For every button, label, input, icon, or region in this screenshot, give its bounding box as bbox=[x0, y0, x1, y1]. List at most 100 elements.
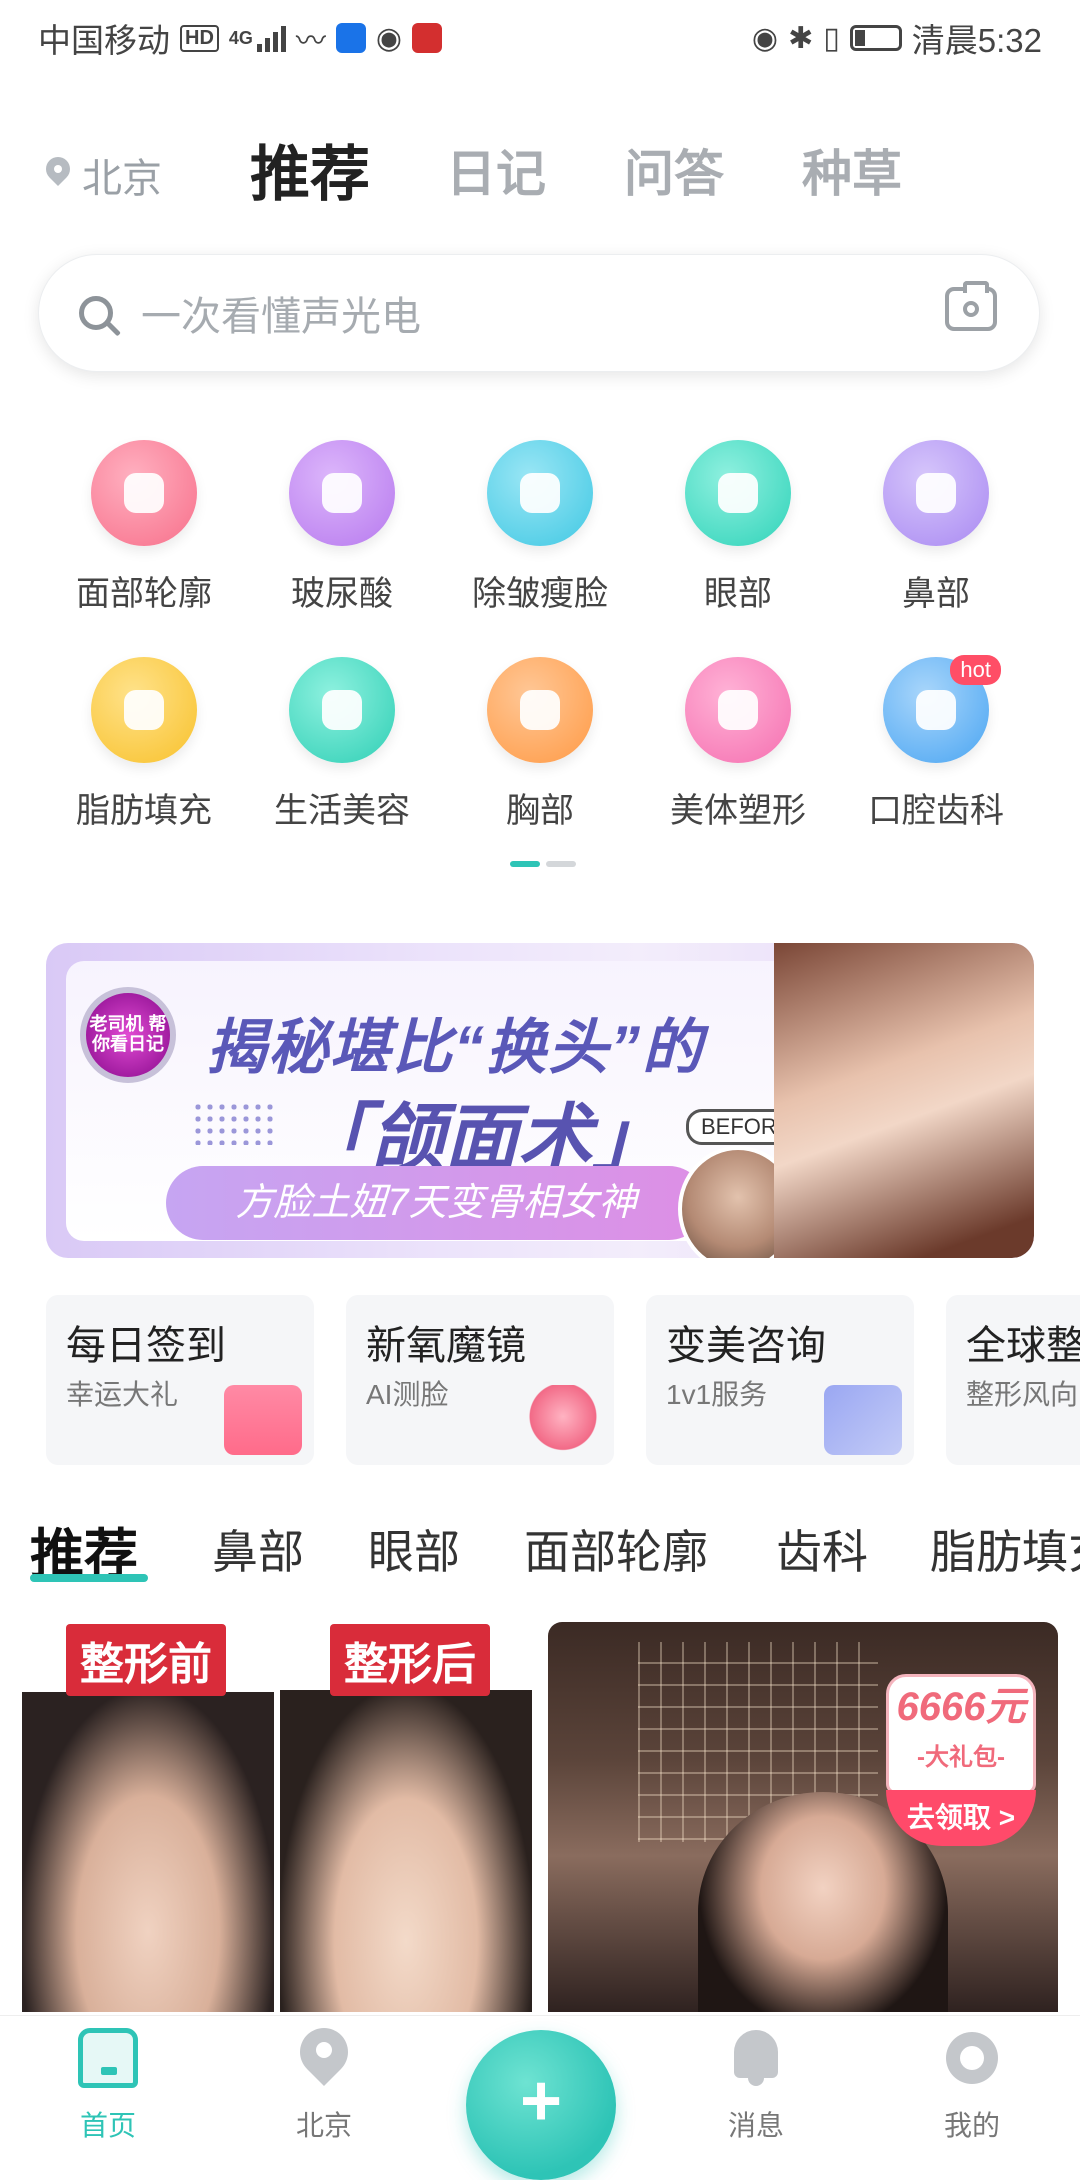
search-icon bbox=[79, 296, 113, 330]
quick-card-title: 新氧魔镜 bbox=[366, 1324, 526, 1368]
banner-headline: 揭秘堪比“换头”的 bbox=[206, 1014, 704, 1081]
banner-logo: 老司机 帮你看日记 bbox=[80, 987, 176, 1083]
status-left: 中国移动 HD 4G 〰 ◉ bbox=[38, 14, 443, 62]
quick-card-title: 变美咨询 bbox=[666, 1324, 826, 1368]
nav-messages[interactable]: 消息 bbox=[686, 2028, 826, 2144]
syringe-icon bbox=[289, 440, 395, 546]
search-input[interactable]: 一次看懂声光电 bbox=[141, 284, 421, 342]
after-photo bbox=[280, 1690, 532, 2012]
page-dot-active bbox=[510, 861, 540, 867]
home-icon bbox=[78, 2028, 138, 2088]
nav-label: 我的 bbox=[943, 2110, 1000, 2141]
content-tab-face[interactable]: 面部轮廓 bbox=[524, 1516, 708, 1582]
quick-card-title: 每日签到 bbox=[66, 1324, 226, 1368]
status-right: ◉ ✱ ▯ 清晨5:32 bbox=[752, 14, 1042, 62]
nav-label: 北京 bbox=[295, 2110, 352, 2141]
banner-model-image bbox=[774, 943, 1034, 1258]
content-tab-fat[interactable]: 脂肪填充 bbox=[930, 1516, 1080, 1582]
bell-icon bbox=[726, 2028, 786, 2088]
banner-dot-pattern bbox=[192, 1101, 278, 1145]
search-bar[interactable]: 一次看懂声光电 bbox=[38, 254, 1040, 372]
promo-banner[interactable]: 老司机 帮你看日记 揭秘堪比“换头”的 「颌面术」 方脸土妞7天变骨相女神 BE… bbox=[46, 943, 1034, 1258]
content-tab-dental[interactable]: 齿科 bbox=[776, 1516, 868, 1582]
profile-icon bbox=[942, 2028, 1002, 2088]
quick-card-global[interactable]: 全球整 整形风向 bbox=[946, 1295, 1080, 1465]
tab-recommend[interactable]: 推荐 bbox=[250, 126, 370, 213]
category-nose[interactable]: 鼻部 bbox=[836, 440, 1036, 615]
publish-plus-button[interactable]: + bbox=[466, 2030, 616, 2180]
drop-icon bbox=[91, 657, 197, 763]
tab-grass[interactable]: 种草 bbox=[802, 134, 902, 206]
location-pin-icon bbox=[44, 157, 72, 193]
status-bar: 中国移动 HD 4G 〰 ◉ ◉ ✱ ▯ 清晨5:32 bbox=[0, 0, 1080, 76]
carrier-label: 中国移动 bbox=[38, 22, 170, 59]
content-tab-underline bbox=[30, 1574, 148, 1582]
signal-icon bbox=[256, 24, 286, 52]
quick-card-checkin[interactable]: 每日签到 幸运大礼 bbox=[46, 1295, 314, 1465]
gift-box: 6666元 -大礼包- bbox=[886, 1674, 1036, 1794]
category-label: 除皱瘦脸 bbox=[472, 575, 608, 613]
camera-icon[interactable] bbox=[945, 281, 997, 331]
category-hyaluronic[interactable]: 玻尿酸 bbox=[242, 440, 442, 615]
quick-card-subtitle: AI测脸 bbox=[366, 1379, 449, 1410]
tooth-icon: hot bbox=[883, 655, 1001, 763]
tab-qa[interactable]: 问答 bbox=[624, 134, 724, 206]
category-dental[interactable]: hot 口腔齿科 bbox=[836, 655, 1036, 832]
category-body-shape[interactable]: 美体塑形 bbox=[638, 657, 838, 832]
map-pin-icon bbox=[294, 2028, 354, 2088]
gift-name: -大礼包- bbox=[917, 1744, 1005, 1771]
category-breast[interactable]: 胸部 bbox=[440, 657, 640, 832]
feed-card-promo[interactable]: 6666元 -大礼包- 去领取 > bbox=[548, 1622, 1058, 2012]
quick-card-mirror[interactable]: 新氧魔镜 AI测脸 bbox=[346, 1295, 614, 1465]
nav-home[interactable]: 首页 bbox=[38, 2028, 178, 2144]
category-face-contour[interactable]: 面部轮廓 bbox=[44, 440, 244, 615]
face-contour-icon bbox=[91, 440, 197, 546]
mirror-face-icon bbox=[524, 1385, 602, 1455]
before-photo bbox=[22, 1692, 274, 2012]
hot-badge: hot bbox=[950, 655, 1001, 685]
category-label: 眼部 bbox=[704, 575, 772, 613]
category-label: 美体塑形 bbox=[670, 792, 806, 830]
nav-label: 消息 bbox=[727, 2110, 784, 2141]
tab-diary[interactable]: 日记 bbox=[446, 134, 546, 206]
category-label: 生活美容 bbox=[274, 792, 410, 830]
bluetooth-icon: ✱ bbox=[788, 21, 814, 55]
quick-card-subtitle: 幸运大礼 bbox=[66, 1379, 179, 1410]
weibo-icon: ◉ bbox=[375, 21, 403, 55]
nav-profile[interactable]: 我的 bbox=[902, 2028, 1042, 2144]
nav-label: 首页 bbox=[79, 2110, 136, 2141]
nav-city[interactable]: 北京 bbox=[254, 2028, 394, 2144]
location-selector[interactable]: 北京 bbox=[44, 146, 162, 204]
eye-comfort-icon: ◉ bbox=[751, 21, 779, 55]
after-tag: 整形后 bbox=[330, 1624, 490, 1696]
mask-icon bbox=[289, 657, 395, 763]
quick-card-consult[interactable]: 变美咨询 1v1服务 bbox=[646, 1295, 914, 1465]
clock-label: 清晨5:32 bbox=[911, 22, 1042, 59]
category-label: 玻尿酸 bbox=[291, 575, 393, 613]
category-wrinkle[interactable]: 除皱瘦脸 bbox=[440, 440, 640, 615]
content-tab-eye[interactable]: 眼部 bbox=[368, 1516, 460, 1582]
category-label: 鼻部 bbox=[902, 575, 970, 613]
top-nav: 北京 推荐 日记 问答 种草 bbox=[0, 130, 1080, 210]
category-label: 面部轮廓 bbox=[76, 575, 212, 613]
network-label: 4G bbox=[228, 27, 253, 48]
location-label: 北京 bbox=[82, 157, 162, 201]
quick-card-title: 全球整 bbox=[966, 1324, 1080, 1368]
feed-card-before-after[interactable]: 整形前 整形后 bbox=[22, 1622, 532, 2012]
category-beauty-life[interactable]: 生活美容 bbox=[242, 657, 442, 832]
bra-icon bbox=[487, 657, 593, 763]
vibrate-icon: ▯ bbox=[823, 21, 840, 55]
claim-button[interactable]: 去领取 > bbox=[886, 1790, 1036, 1846]
gift-amount: 6666元 bbox=[896, 1685, 1026, 1729]
category-label: 胸部 bbox=[506, 792, 574, 830]
category-label: 脂肪填充 bbox=[76, 792, 212, 830]
shield-app-icon bbox=[335, 23, 366, 53]
content-tab-nose[interactable]: 鼻部 bbox=[212, 1516, 304, 1582]
wifi-icon: 〰 bbox=[295, 25, 326, 58]
category-fat-fill[interactable]: 脂肪填充 bbox=[44, 657, 244, 832]
banner-tagline: 方脸土妞7天变骨相女神 bbox=[166, 1166, 706, 1240]
category-eye[interactable]: 眼部 bbox=[638, 440, 838, 615]
page-dot bbox=[546, 861, 576, 867]
eye-icon bbox=[685, 440, 791, 546]
gift-badge[interactable]: 6666元 -大礼包- 去领取 > bbox=[886, 1674, 1046, 1864]
